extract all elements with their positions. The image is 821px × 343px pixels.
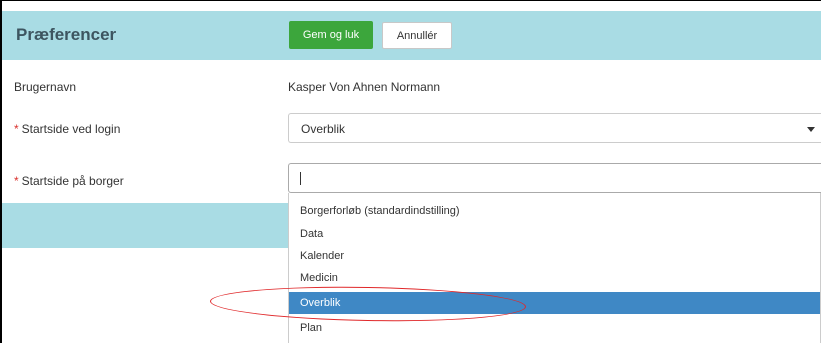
preferences-header: Præferencer Gem og luk Annullér — [2, 11, 821, 60]
username-label: Brugernavn — [14, 80, 77, 94]
citizen-start-label: * Startside på borger — [14, 174, 124, 188]
citizen-start-label-text: Startside på borger — [21, 174, 124, 188]
option-medicin[interactable]: Medicin — [289, 267, 820, 289]
login-start-select[interactable]: Overblik — [288, 113, 821, 143]
window-top-border — [0, 0, 821, 9]
save-and-close-button[interactable]: Gem og luk — [289, 21, 373, 49]
login-start-label: * Startside ved login — [14, 122, 120, 136]
username-value: Kasper Von Ahnen Normann — [288, 80, 441, 94]
required-marker: * — [14, 122, 19, 136]
option-data[interactable]: Data — [289, 223, 820, 245]
chevron-down-icon[interactable] — [807, 127, 815, 132]
cancel-button[interactable]: Annullér — [382, 22, 452, 49]
option-kalender[interactable]: Kalender — [289, 245, 820, 267]
option-borgerforloeb[interactable]: Borgerforløb (standardindstilling) — [289, 200, 820, 222]
text-cursor — [300, 172, 301, 185]
login-start-label-text: Startside ved login — [21, 122, 121, 136]
page-title: Præferencer — [16, 25, 117, 44]
citizen-start-search-input[interactable] — [288, 163, 821, 193]
required-marker: * — [14, 174, 19, 188]
login-start-selected-value: Overblik — [301, 122, 346, 136]
